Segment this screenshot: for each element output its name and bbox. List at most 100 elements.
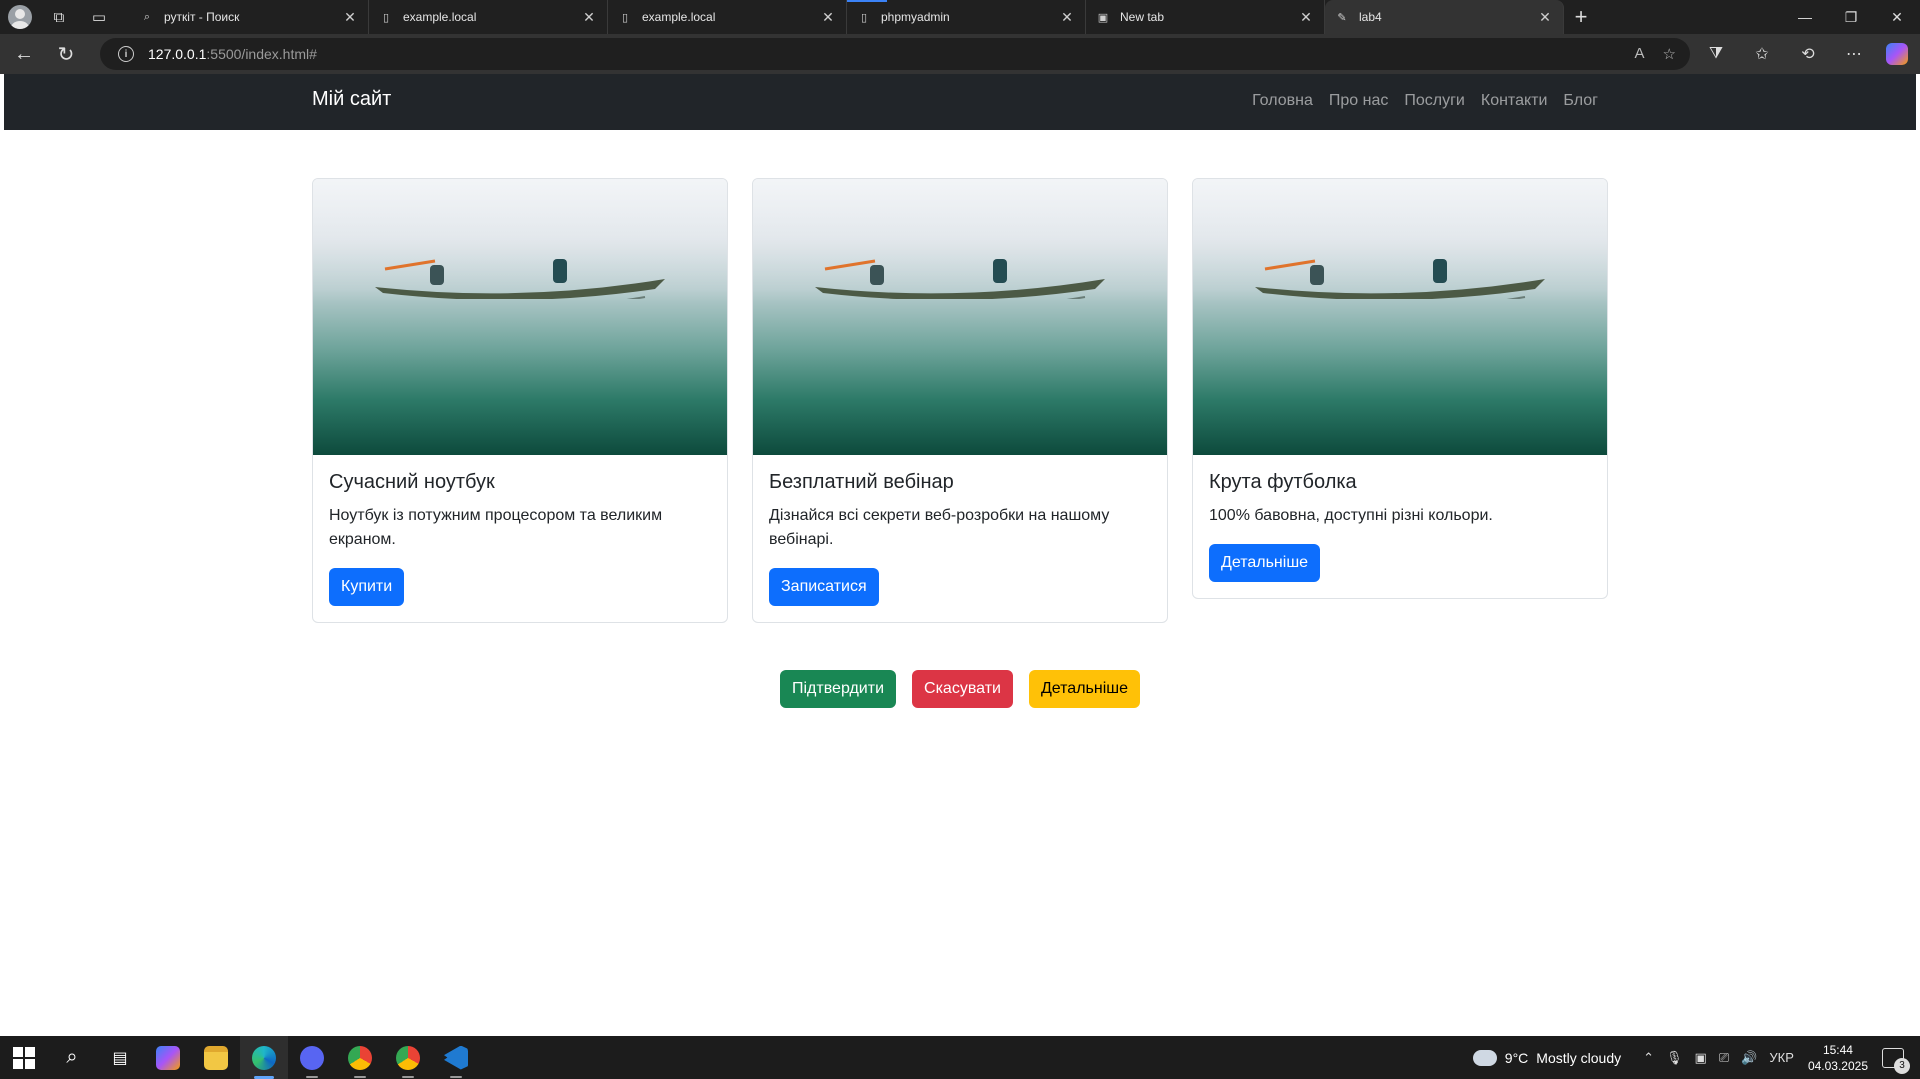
nav-link-services[interactable]: Послуги <box>1404 92 1465 110</box>
network-icon[interactable]: ⎚ <box>1719 1050 1729 1066</box>
windows-taskbar: ⌕ ▤ 9°C Mostly cloudy ⌃ 🎙 ▣ ⎚ 🔊 УКР 15:4… <box>0 1036 1920 1079</box>
close-tab-icon[interactable]: ✕ <box>581 9 597 26</box>
cancel-button[interactable]: Скасувати <box>912 670 1013 708</box>
taskbar-edge[interactable] <box>240 1036 288 1079</box>
profile-avatar-icon[interactable] <box>8 5 32 29</box>
nav-links: Головна Про нас Послуги Контакти Блог <box>1252 92 1598 110</box>
confirm-button[interactable]: Підтвердити <box>780 670 897 708</box>
close-tab-icon[interactable]: ✕ <box>1537 9 1553 26</box>
windows-logo-icon <box>13 1046 35 1069</box>
clock-time: 15:44 <box>1822 1042 1853 1057</box>
product-card: Сучасний ноутбук Ноутбук із потужним про… <box>312 178 728 623</box>
notification-center-icon[interactable]: 3 <box>1882 1047 1910 1074</box>
close-tab-icon[interactable]: ✕ <box>342 9 358 26</box>
canoe-illustration <box>375 259 665 299</box>
search-button[interactable]: ⌕ <box>48 1036 96 1079</box>
tab-title: lab4 <box>1359 10 1382 24</box>
page-icon: ▯ <box>860 11 868 24</box>
new-tab-button[interactable]: + <box>1564 0 1598 34</box>
chevron-up-icon[interactable]: ⌃ <box>1643 1050 1654 1066</box>
close-tab-icon[interactable]: ✕ <box>820 9 836 26</box>
tab-title: New tab <box>1120 10 1165 24</box>
product-card: Безплатний вебінар Дізнайся всі секрети … <box>752 178 1168 623</box>
favorite-star-icon[interactable]: ☆ <box>1663 45 1676 63</box>
browser-tab[interactable]: ⌕ руткіт - Поиск ✕ <box>130 0 369 34</box>
more-details-button[interactable]: Детальніше <box>1028 670 1140 708</box>
tab-title: example.local <box>642 10 716 24</box>
tab-actions-icon[interactable]: ▭ <box>86 4 112 30</box>
microphone-icon[interactable]: 🎙 <box>1666 1050 1683 1066</box>
start-button[interactable] <box>0 1036 48 1079</box>
chrome-icon <box>396 1045 420 1070</box>
weather-temp: 9°C <box>1504 1049 1529 1066</box>
clock[interactable]: 15:44 04.03.2025 <box>1808 1042 1868 1074</box>
task-view-button[interactable]: ▤ <box>96 1036 144 1079</box>
volume-icon[interactable]: 🔊 <box>1741 1050 1757 1066</box>
chrome-icon <box>348 1045 372 1070</box>
task-view-icon: ▤ <box>112 1049 128 1067</box>
restore-icon[interactable]: ❐ <box>1828 9 1874 26</box>
history-icon[interactable]: ⟲ <box>1794 44 1822 64</box>
close-window-icon[interactable]: ✕ <box>1874 9 1920 26</box>
taskbar-vscode[interactable] <box>432 1036 480 1079</box>
back-arrow-icon[interactable]: ← <box>6 36 42 72</box>
nav-link-home[interactable]: Головна <box>1252 92 1313 110</box>
canoe-illustration <box>815 259 1105 299</box>
close-tab-icon[interactable]: ✕ <box>1298 9 1314 26</box>
search-icon: ⌕ <box>66 1046 78 1068</box>
extensions-icon[interactable]: ⧩ <box>1702 45 1730 63</box>
folder-icon <box>204 1045 228 1070</box>
copilot-icon <box>156 1045 180 1070</box>
browser-toolbar: ← ↻ i 127.0.0.1 :5500/index.html# A ☆ ⧩ … <box>0 34 1920 74</box>
window-controls: — ❐ ✕ <box>1782 9 1920 26</box>
taskbar-copilot[interactable] <box>144 1036 192 1079</box>
site-info-icon[interactable]: i <box>118 46 134 62</box>
buy-button[interactable]: Купити <box>329 568 405 606</box>
discord-icon <box>300 1045 324 1070</box>
close-tab-icon[interactable]: ✕ <box>1059 9 1075 26</box>
register-button[interactable]: Записатися <box>769 568 879 606</box>
site-brand[interactable]: Мій сайт <box>312 88 391 111</box>
nav-link-contacts[interactable]: Контакти <box>1481 92 1548 110</box>
favorites-icon[interactable]: ✩ <box>1748 44 1776 64</box>
browser-tab[interactable]: ▯ phpmyadmin ✕ <box>847 0 1086 34</box>
card-grid: Сучасний ноутбук Ноутбук із потужним про… <box>312 178 1608 623</box>
notification-count: 3 <box>1894 1057 1910 1074</box>
card-title: Крута футболка <box>1209 471 1357 493</box>
taskbar-discord[interactable] <box>288 1036 336 1079</box>
taskbar-chrome-2[interactable] <box>384 1036 432 1079</box>
weather-widget[interactable]: 9°C Mostly cloudy <box>1472 1043 1621 1066</box>
read-aloud-icon[interactable]: A <box>1635 45 1645 63</box>
nav-link-blog[interactable]: Блог <box>1563 92 1598 110</box>
newtab-icon: ▣ <box>1097 11 1109 24</box>
omnibox-actions: A ☆ <box>1635 45 1690 63</box>
action-buttons: Підтвердити Скасувати Детальніше <box>4 670 1916 708</box>
search-icon: ⌕ <box>143 10 151 23</box>
camera-icon[interactable]: ▣ <box>1695 1050 1707 1066</box>
nav-link-about[interactable]: Про нас <box>1329 92 1388 110</box>
details-button[interactable]: Детальніше <box>1209 544 1321 582</box>
reload-icon[interactable]: ↻ <box>48 36 84 72</box>
address-bar[interactable]: i 127.0.0.1 :5500/index.html# A ☆ <box>100 38 1690 70</box>
browser-tab[interactable]: ▣ New tab ✕ <box>1086 0 1325 34</box>
card-title: Безплатний вебінар <box>769 471 954 493</box>
taskbar-chrome[interactable] <box>336 1036 384 1079</box>
tab-strip-left-controls: ⧉ ▭ <box>0 4 130 30</box>
browser-tab-active[interactable]: ✎ lab4 ✕ <box>1325 0 1564 34</box>
browser-tab[interactable]: ▯ example.local ✕ <box>369 0 608 34</box>
card-text: Дізнайся всі секрети веб-розробки на наш… <box>769 507 1110 548</box>
edge-icon <box>252 1045 276 1070</box>
copilot-icon[interactable] <box>1886 43 1908 65</box>
taskbar-file-explorer[interactable] <box>192 1036 240 1079</box>
card-image <box>753 179 1167 455</box>
canoe-illustration <box>1255 259 1545 299</box>
card-text: 100% бавовна, доступні різні кольори. <box>1209 507 1493 524</box>
tray-icons: ⌃ 🎙 ▣ ⎚ 🔊 УКР <box>1643 1050 1794 1066</box>
minimize-icon[interactable]: — <box>1782 9 1828 26</box>
language-indicator[interactable]: УКР <box>1769 1050 1794 1066</box>
more-menu-icon[interactable]: ⋯ <box>1840 44 1868 64</box>
browser-tab[interactable]: ▯ example.local ✕ <box>608 0 847 34</box>
system-tray: 9°C Mostly cloudy ⌃ 🎙 ▣ ⎚ 🔊 УКР 15:44 04… <box>1472 1036 1920 1079</box>
vscode-icon <box>444 1045 468 1070</box>
workspaces-icon[interactable]: ⧉ <box>46 4 72 30</box>
